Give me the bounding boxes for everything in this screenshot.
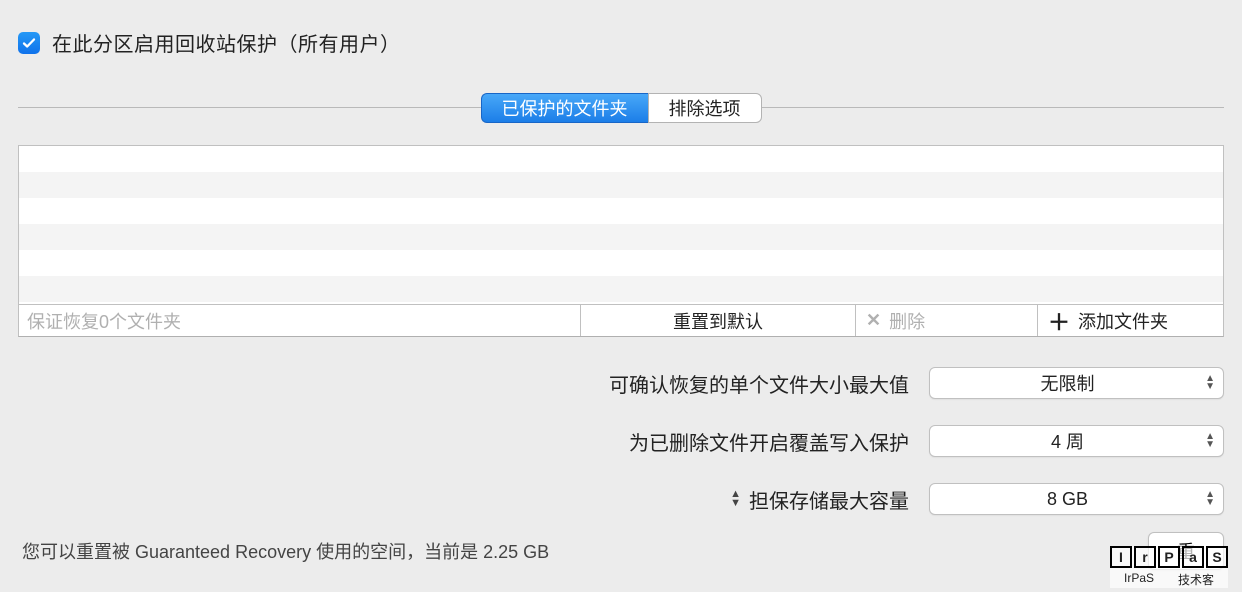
list-row <box>19 146 1223 172</box>
max-storage-select[interactable]: 8 GB ▲▼ <box>929 483 1224 515</box>
checkmark-icon <box>21 35 37 51</box>
overwrite-protect-select[interactable]: 4 周 ▲▼ <box>929 425 1224 457</box>
footer-info-text: 您可以重置被 Guaranteed Recovery 使用的空间，当前是 2.2… <box>22 538 549 564</box>
max-storage-label-text: 担保存储最大容量 <box>749 485 909 514</box>
delete-label: 删除 <box>889 308 925 334</box>
list-toolbar: 保证恢复0个文件夹 重置到默认 ✕ 删除 ＋ 添加文件夹 <box>19 304 1223 336</box>
list-body[interactable] <box>19 146 1223 304</box>
reset-to-default-button[interactable]: 重置到默认 <box>580 305 855 336</box>
list-status-text: 保证恢复0个文件夹 <box>19 305 580 336</box>
max-file-size-select[interactable]: 无限制 ▲▼ <box>929 367 1224 399</box>
add-folder-button[interactable]: ＋ 添加文件夹 <box>1037 305 1223 336</box>
stepper-icon: ▲▼ <box>1205 491 1215 507</box>
list-row <box>19 276 1223 302</box>
max-storage-value: 8 GB <box>930 489 1205 510</box>
list-row <box>19 172 1223 198</box>
list-row <box>19 224 1223 250</box>
tab-protected-folders[interactable]: 已保护的文件夹 <box>481 93 648 123</box>
list-row <box>19 198 1223 224</box>
watermark-letter: a <box>1182 546 1204 568</box>
list-row <box>19 250 1223 276</box>
watermark-left-label: IrPaS <box>1124 571 1154 588</box>
stepper-icon: ▲▼ <box>1205 375 1215 391</box>
watermark-letter: I <box>1110 546 1132 568</box>
watermark-right-label: 技术客 <box>1178 571 1214 588</box>
max-storage-label: ▲▼ 担保存储最大容量 <box>730 485 909 514</box>
overwrite-protect-label: 为已删除文件开启覆盖写入保护 <box>629 427 909 456</box>
tab-exclude-options[interactable]: 排除选项 <box>648 93 762 123</box>
plus-icon: ＋ <box>1048 305 1070 337</box>
enable-recycle-protection-checkbox[interactable] <box>18 32 40 54</box>
protected-folders-list: 保证恢复0个文件夹 重置到默认 ✕ 删除 ＋ 添加文件夹 <box>18 145 1224 337</box>
max-file-size-label: 可确认恢复的单个文件大小最大值 <box>609 369 909 398</box>
delete-folder-button[interactable]: ✕ 删除 <box>855 305 1037 336</box>
watermark-letter: P <box>1158 546 1180 568</box>
reset-label: 重置到默认 <box>673 308 763 334</box>
close-icon: ✕ <box>866 310 881 331</box>
inline-stepper-icon[interactable]: ▲▼ <box>730 490 741 508</box>
watermark-letter: S <box>1206 546 1228 568</box>
stepper-icon: ▲▼ <box>1205 433 1215 449</box>
enable-recycle-protection-label: 在此分区启用回收站保护（所有用户） <box>52 28 401 57</box>
max-file-size-value: 无限制 <box>930 370 1205 396</box>
overwrite-protect-value: 4 周 <box>930 428 1205 454</box>
tabs-container: 已保护的文件夹 排除选项 <box>18 93 1224 123</box>
add-label: 添加文件夹 <box>1078 308 1168 334</box>
watermark-letter: r <box>1134 546 1156 568</box>
watermark: I r P a S IrPaS 技术客 <box>1110 546 1228 588</box>
